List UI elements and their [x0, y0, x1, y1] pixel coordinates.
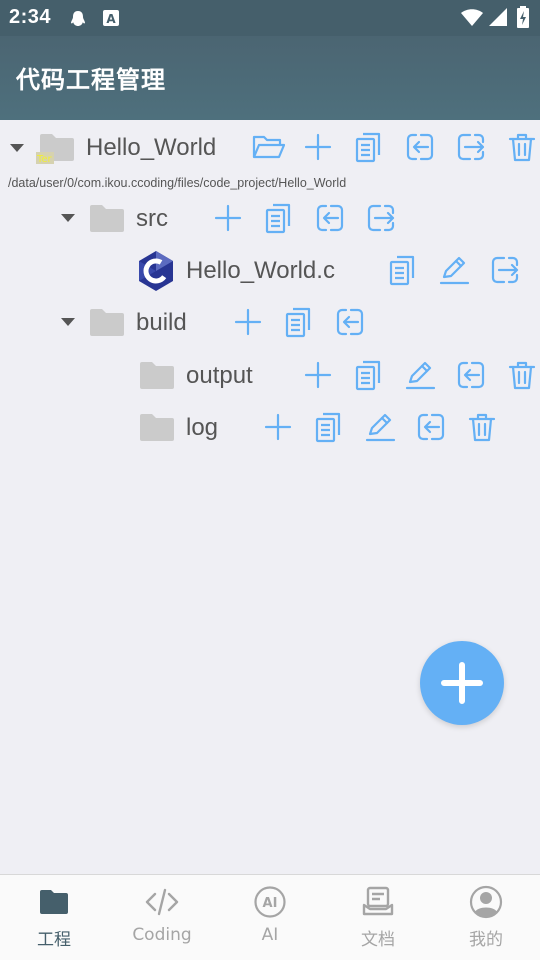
import-button[interactable]	[333, 305, 367, 339]
clock: 2:34	[9, 6, 52, 28]
tree-node-output: output	[0, 349, 540, 401]
tree-node-log: log	[0, 401, 540, 453]
import-button[interactable]	[414, 410, 448, 444]
code-icon	[145, 888, 179, 916]
copy-button[interactable]	[352, 358, 386, 392]
open-folder-button[interactable]	[251, 130, 285, 164]
svg-text:AI: AI	[263, 896, 278, 911]
nav-tab-profile[interactable]: 我的	[432, 875, 540, 960]
page-title: 代码工程管理	[16, 66, 166, 94]
folder-name[interactable]: src	[136, 205, 168, 233]
profile-icon	[469, 885, 503, 919]
ai-icon: AI	[254, 886, 286, 918]
add-button[interactable]	[301, 358, 335, 392]
folder-icon	[89, 307, 125, 337]
battery-icon	[517, 6, 529, 28]
file-name[interactable]: Hello_World.c	[186, 257, 335, 285]
tree-node-project-root: Ter Hello_World /data/user/0/com.ikou.cc…	[0, 120, 540, 190]
svg-text:A: A	[106, 12, 116, 26]
bottom-navigation: 工程 Coding AI AI 文档 我的	[0, 874, 540, 960]
signal-icon	[489, 8, 507, 26]
folder-name[interactable]: output	[186, 362, 253, 390]
rename-button[interactable]	[403, 358, 437, 392]
export-button[interactable]	[488, 253, 522, 287]
import-button[interactable]	[403, 130, 437, 164]
folder-name[interactable]: build	[136, 309, 187, 337]
copy-button[interactable]	[312, 410, 346, 444]
copy-button[interactable]	[282, 305, 316, 339]
delete-button[interactable]	[505, 130, 539, 164]
folder-icon	[40, 890, 68, 914]
copy-button[interactable]	[386, 253, 420, 287]
nav-tab-docs[interactable]: 文档	[324, 875, 432, 960]
folder-icon	[139, 360, 175, 390]
nav-tab-coding[interactable]: Coding	[108, 875, 216, 960]
terminal-badge-icon: Ter	[36, 152, 54, 165]
add-button[interactable]	[261, 410, 295, 444]
copy-button[interactable]	[352, 130, 386, 164]
folder-name[interactable]: log	[186, 414, 218, 442]
project-name[interactable]: Hello_World	[86, 134, 216, 162]
nav-label: 我的	[469, 930, 503, 950]
collapse-caret[interactable]	[10, 144, 24, 152]
rename-button[interactable]	[363, 410, 397, 444]
new-project-fab[interactable]	[420, 641, 504, 725]
export-button[interactable]	[364, 201, 398, 235]
nav-label: 工程	[37, 930, 71, 950]
qq-notification-icon	[71, 11, 85, 26]
add-button[interactable]	[231, 305, 265, 339]
nav-tab-ai[interactable]: AI AI	[216, 875, 324, 960]
delete-button[interactable]	[465, 410, 499, 444]
status-bar: 2:34 A	[0, 0, 540, 36]
project-path: /data/user/0/com.ikou.ccoding/files/code…	[8, 176, 347, 190]
folder-icon	[139, 412, 175, 442]
export-button[interactable]	[454, 130, 488, 164]
import-button[interactable]	[454, 358, 488, 392]
plus-icon	[441, 662, 483, 704]
c-language-icon	[139, 251, 173, 291]
tree-node-src: src	[0, 192, 540, 244]
rename-button[interactable]	[437, 253, 471, 287]
accessibility-notification-icon: A	[103, 10, 119, 26]
wifi-icon	[461, 9, 483, 26]
app-bar: 代码工程管理	[0, 36, 540, 120]
nav-tab-project[interactable]: 工程	[0, 875, 108, 960]
document-icon	[362, 886, 394, 916]
tree-node-build: build	[0, 296, 540, 348]
delete-button[interactable]	[505, 358, 539, 392]
tree-node-file: Hello_World.c	[0, 244, 540, 296]
nav-label: 文档	[361, 930, 395, 950]
add-button[interactable]	[211, 201, 245, 235]
collapse-caret[interactable]	[61, 318, 75, 326]
collapse-caret[interactable]	[61, 214, 75, 222]
copy-button[interactable]	[262, 201, 296, 235]
import-button[interactable]	[313, 201, 347, 235]
nav-label: Coding	[132, 925, 192, 945]
add-button[interactable]	[301, 130, 335, 164]
svg-text:Ter: Ter	[36, 154, 53, 165]
project-tree: Ter Hello_World /data/user/0/com.ikou.cc…	[0, 120, 540, 874]
nav-label: AI	[261, 925, 279, 945]
folder-icon	[89, 203, 125, 233]
